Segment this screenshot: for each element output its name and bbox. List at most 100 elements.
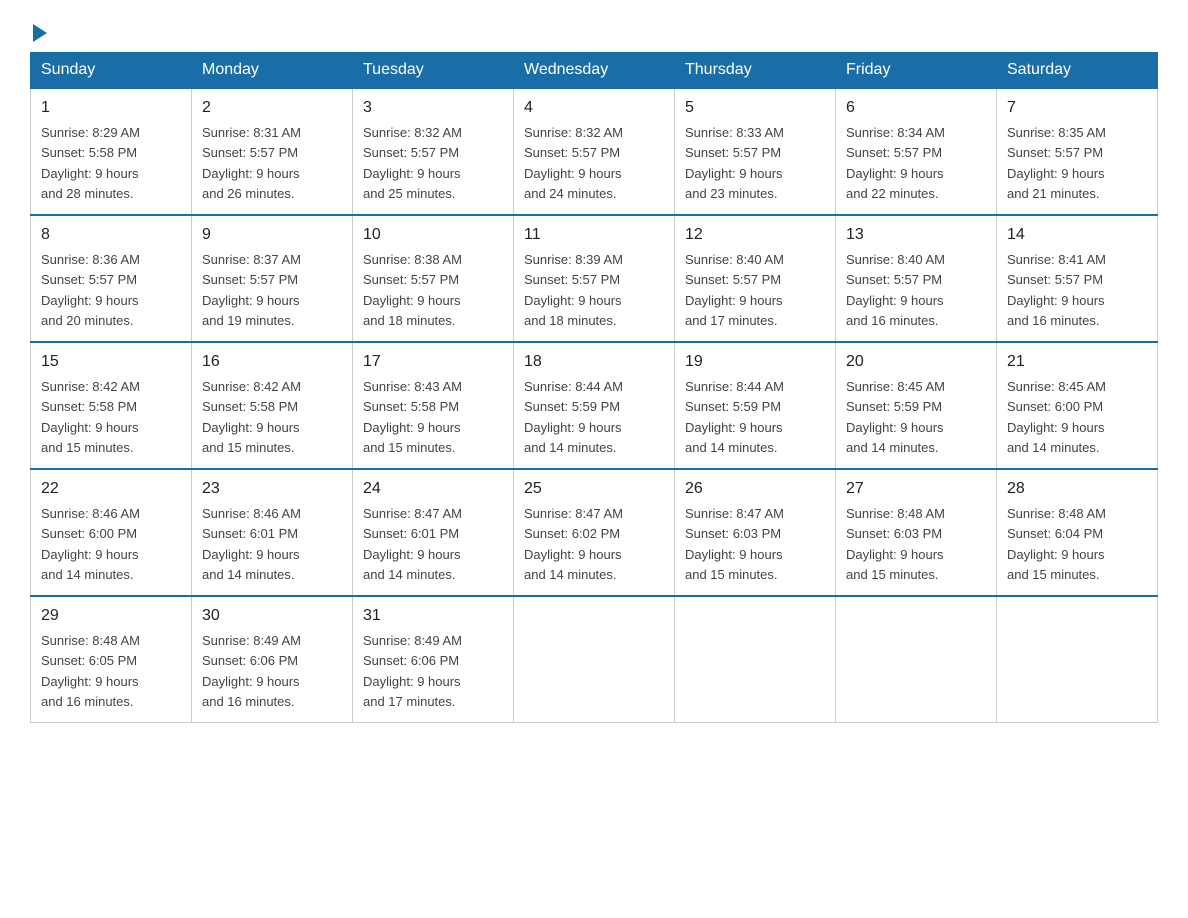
day-info: Sunrise: 8:32 AMSunset: 5:57 PMDaylight:… — [363, 125, 462, 201]
day-number: 30 — [202, 604, 342, 628]
day-number: 20 — [846, 350, 986, 374]
day-number: 16 — [202, 350, 342, 374]
calendar-cell: 11 Sunrise: 8:39 AMSunset: 5:57 PMDaylig… — [514, 215, 675, 342]
day-number: 27 — [846, 477, 986, 501]
day-info: Sunrise: 8:48 AMSunset: 6:04 PMDaylight:… — [1007, 506, 1106, 582]
calendar-cell: 8 Sunrise: 8:36 AMSunset: 5:57 PMDayligh… — [31, 215, 192, 342]
day-number: 14 — [1007, 223, 1147, 247]
day-info: Sunrise: 8:33 AMSunset: 5:57 PMDaylight:… — [685, 125, 784, 201]
day-number: 1 — [41, 96, 181, 120]
day-number: 28 — [1007, 477, 1147, 501]
day-info: Sunrise: 8:29 AMSunset: 5:58 PMDaylight:… — [41, 125, 140, 201]
day-number: 21 — [1007, 350, 1147, 374]
day-number: 23 — [202, 477, 342, 501]
calendar-cell: 29 Sunrise: 8:48 AMSunset: 6:05 PMDaylig… — [31, 596, 192, 723]
calendar-week-4: 22 Sunrise: 8:46 AMSunset: 6:00 PMDaylig… — [31, 469, 1158, 596]
calendar-cell: 14 Sunrise: 8:41 AMSunset: 5:57 PMDaylig… — [997, 215, 1158, 342]
weekday-header-monday: Monday — [192, 53, 353, 89]
day-info: Sunrise: 8:36 AMSunset: 5:57 PMDaylight:… — [41, 252, 140, 328]
calendar-cell: 17 Sunrise: 8:43 AMSunset: 5:58 PMDaylig… — [353, 342, 514, 469]
calendar-cell: 1 Sunrise: 8:29 AMSunset: 5:58 PMDayligh… — [31, 88, 192, 215]
day-number: 9 — [202, 223, 342, 247]
calendar-cell: 5 Sunrise: 8:33 AMSunset: 5:57 PMDayligh… — [675, 88, 836, 215]
calendar-cell: 28 Sunrise: 8:48 AMSunset: 6:04 PMDaylig… — [997, 469, 1158, 596]
day-info: Sunrise: 8:48 AMSunset: 6:03 PMDaylight:… — [846, 506, 945, 582]
calendar-cell — [675, 596, 836, 723]
calendar-week-3: 15 Sunrise: 8:42 AMSunset: 5:58 PMDaylig… — [31, 342, 1158, 469]
day-number: 25 — [524, 477, 664, 501]
calendar-table: SundayMondayTuesdayWednesdayThursdayFrid… — [30, 52, 1158, 723]
calendar-cell: 10 Sunrise: 8:38 AMSunset: 5:57 PMDaylig… — [353, 215, 514, 342]
calendar-cell: 27 Sunrise: 8:48 AMSunset: 6:03 PMDaylig… — [836, 469, 997, 596]
calendar-cell — [997, 596, 1158, 723]
calendar-cell: 9 Sunrise: 8:37 AMSunset: 5:57 PMDayligh… — [192, 215, 353, 342]
day-number: 10 — [363, 223, 503, 247]
day-info: Sunrise: 8:42 AMSunset: 5:58 PMDaylight:… — [41, 379, 140, 455]
calendar-cell: 19 Sunrise: 8:44 AMSunset: 5:59 PMDaylig… — [675, 342, 836, 469]
day-number: 15 — [41, 350, 181, 374]
day-number: 22 — [41, 477, 181, 501]
calendar-cell: 24 Sunrise: 8:47 AMSunset: 6:01 PMDaylig… — [353, 469, 514, 596]
day-info: Sunrise: 8:41 AMSunset: 5:57 PMDaylight:… — [1007, 252, 1106, 328]
day-info: Sunrise: 8:39 AMSunset: 5:57 PMDaylight:… — [524, 252, 623, 328]
calendar-cell: 18 Sunrise: 8:44 AMSunset: 5:59 PMDaylig… — [514, 342, 675, 469]
weekday-header-wednesday: Wednesday — [514, 53, 675, 89]
day-number: 7 — [1007, 96, 1147, 120]
calendar-cell — [514, 596, 675, 723]
calendar-cell: 6 Sunrise: 8:34 AMSunset: 5:57 PMDayligh… — [836, 88, 997, 215]
calendar-week-2: 8 Sunrise: 8:36 AMSunset: 5:57 PMDayligh… — [31, 215, 1158, 342]
calendar-week-1: 1 Sunrise: 8:29 AMSunset: 5:58 PMDayligh… — [31, 88, 1158, 215]
calendar-cell: 22 Sunrise: 8:46 AMSunset: 6:00 PMDaylig… — [31, 469, 192, 596]
calendar-cell: 3 Sunrise: 8:32 AMSunset: 5:57 PMDayligh… — [353, 88, 514, 215]
day-number: 19 — [685, 350, 825, 374]
calendar-cell: 2 Sunrise: 8:31 AMSunset: 5:57 PMDayligh… — [192, 88, 353, 215]
day-number: 26 — [685, 477, 825, 501]
day-info: Sunrise: 8:46 AMSunset: 6:01 PMDaylight:… — [202, 506, 301, 582]
day-number: 29 — [41, 604, 181, 628]
calendar-cell: 21 Sunrise: 8:45 AMSunset: 6:00 PMDaylig… — [997, 342, 1158, 469]
day-info: Sunrise: 8:47 AMSunset: 6:01 PMDaylight:… — [363, 506, 462, 582]
day-info: Sunrise: 8:47 AMSunset: 6:02 PMDaylight:… — [524, 506, 623, 582]
calendar-cell — [836, 596, 997, 723]
calendar-cell: 12 Sunrise: 8:40 AMSunset: 5:57 PMDaylig… — [675, 215, 836, 342]
logo-arrow-icon — [33, 24, 47, 42]
calendar-cell: 30 Sunrise: 8:49 AMSunset: 6:06 PMDaylig… — [192, 596, 353, 723]
weekday-header-sunday: Sunday — [31, 53, 192, 89]
day-info: Sunrise: 8:49 AMSunset: 6:06 PMDaylight:… — [202, 633, 301, 709]
weekday-header-thursday: Thursday — [675, 53, 836, 89]
day-info: Sunrise: 8:45 AMSunset: 5:59 PMDaylight:… — [846, 379, 945, 455]
day-info: Sunrise: 8:45 AMSunset: 6:00 PMDaylight:… — [1007, 379, 1106, 455]
day-number: 24 — [363, 477, 503, 501]
day-info: Sunrise: 8:46 AMSunset: 6:00 PMDaylight:… — [41, 506, 140, 582]
calendar-cell: 16 Sunrise: 8:42 AMSunset: 5:58 PMDaylig… — [192, 342, 353, 469]
page-header — [30, 20, 1158, 38]
calendar-cell: 7 Sunrise: 8:35 AMSunset: 5:57 PMDayligh… — [997, 88, 1158, 215]
day-info: Sunrise: 8:44 AMSunset: 5:59 PMDaylight:… — [685, 379, 784, 455]
calendar-cell: 20 Sunrise: 8:45 AMSunset: 5:59 PMDaylig… — [836, 342, 997, 469]
calendar-cell: 15 Sunrise: 8:42 AMSunset: 5:58 PMDaylig… — [31, 342, 192, 469]
day-info: Sunrise: 8:42 AMSunset: 5:58 PMDaylight:… — [202, 379, 301, 455]
day-info: Sunrise: 8:31 AMSunset: 5:57 PMDaylight:… — [202, 125, 301, 201]
day-number: 8 — [41, 223, 181, 247]
day-info: Sunrise: 8:44 AMSunset: 5:59 PMDaylight:… — [524, 379, 623, 455]
day-number: 3 — [363, 96, 503, 120]
day-number: 12 — [685, 223, 825, 247]
day-info: Sunrise: 8:38 AMSunset: 5:57 PMDaylight:… — [363, 252, 462, 328]
day-number: 18 — [524, 350, 664, 374]
day-number: 31 — [363, 604, 503, 628]
weekday-header-saturday: Saturday — [997, 53, 1158, 89]
day-number: 13 — [846, 223, 986, 247]
day-info: Sunrise: 8:43 AMSunset: 5:58 PMDaylight:… — [363, 379, 462, 455]
calendar-cell: 26 Sunrise: 8:47 AMSunset: 6:03 PMDaylig… — [675, 469, 836, 596]
calendar-cell: 31 Sunrise: 8:49 AMSunset: 6:06 PMDaylig… — [353, 596, 514, 723]
day-info: Sunrise: 8:47 AMSunset: 6:03 PMDaylight:… — [685, 506, 784, 582]
day-number: 6 — [846, 96, 986, 120]
day-number: 17 — [363, 350, 503, 374]
day-number: 4 — [524, 96, 664, 120]
day-info: Sunrise: 8:37 AMSunset: 5:57 PMDaylight:… — [202, 252, 301, 328]
calendar-header-row: SundayMondayTuesdayWednesdayThursdayFrid… — [31, 53, 1158, 89]
calendar-cell: 4 Sunrise: 8:32 AMSunset: 5:57 PMDayligh… — [514, 88, 675, 215]
day-info: Sunrise: 8:34 AMSunset: 5:57 PMDaylight:… — [846, 125, 945, 201]
day-number: 11 — [524, 223, 664, 247]
calendar-week-5: 29 Sunrise: 8:48 AMSunset: 6:05 PMDaylig… — [31, 596, 1158, 723]
